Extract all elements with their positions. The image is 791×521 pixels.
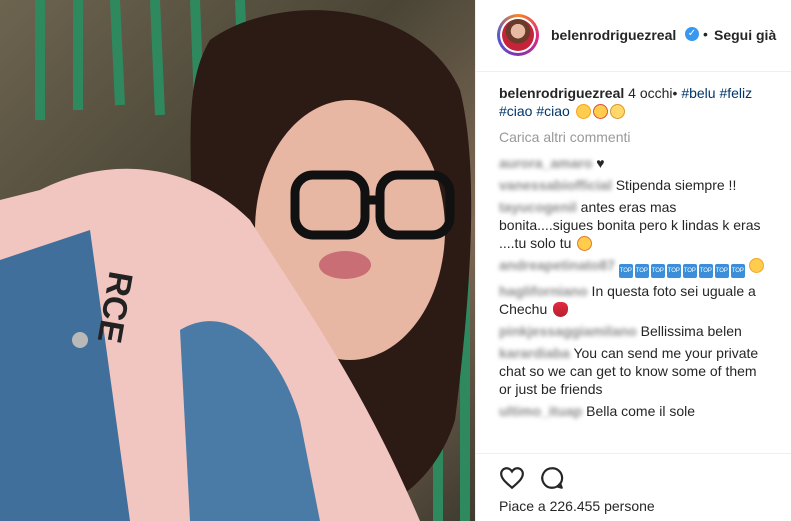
- post-actions: Piace a 226.455 persone: [476, 453, 791, 521]
- verified-badge-icon: ✓: [685, 27, 699, 41]
- top-icon: TOP: [730, 264, 745, 278]
- comment-item: andreapetinato87 TOP TOP TOP TOP TOP TOP TOP TO…: [499, 256, 767, 278]
- load-more-comments-link[interactable]: Carica altri commenti: [499, 128, 767, 146]
- smile-emoji-icon: [575, 104, 591, 119]
- comment-item: hagliforniano In questa foto sei uguale …: [499, 282, 767, 318]
- comment-text: ♥: [592, 155, 605, 171]
- smile-emoji-icon: [748, 258, 764, 273]
- grin-emoji-icon: [609, 104, 625, 119]
- comment-text: Bella come il sole: [582, 403, 696, 419]
- post-photo[interactable]: RCE: [0, 0, 475, 521]
- caption: belenrodriguezreal 4 occhi• #belu #feliz…: [499, 84, 767, 120]
- comment-item: karardiaba You can send me your private …: [499, 344, 767, 398]
- top-icon: TOP: [698, 264, 713, 278]
- comment-username[interactable]: hagliforniano: [499, 283, 588, 299]
- hashtag[interactable]: #ciao: [499, 103, 532, 119]
- comment-bubble-icon[interactable]: [539, 465, 565, 491]
- comment-username[interactable]: vanessabiofficial: [499, 177, 612, 193]
- top-icon: TOP: [618, 264, 633, 278]
- comment-item: pinkjessaggiamilano Bellissima belen: [499, 322, 767, 340]
- hashtag[interactable]: #belu: [681, 85, 715, 101]
- post-header: belenrodriguezreal ✓ • Segui già: [476, 0, 791, 72]
- follow-button[interactable]: Segui già: [714, 27, 776, 43]
- comment-username[interactable]: karardiaba: [499, 345, 570, 361]
- comment-username[interactable]: ultimo_ituap: [499, 403, 582, 419]
- caption-text: 4 occhi•: [624, 85, 682, 101]
- lips: [319, 251, 371, 279]
- header-username[interactable]: belenrodriguezreal: [551, 27, 676, 43]
- comment-item: vanessabiofficial Stipenda siempre !!: [499, 176, 767, 194]
- hashtag[interactable]: #ciao: [536, 103, 569, 119]
- avatar[interactable]: [497, 14, 539, 56]
- photo-illustration: RCE: [0, 0, 472, 521]
- comment-text: Bellissima belen: [636, 323, 742, 339]
- header-separator: •: [703, 26, 708, 42]
- heart-eyes-emoji-icon: [592, 104, 608, 119]
- top-icon: TOP: [634, 264, 649, 278]
- comment-username[interactable]: tayucogenil: [499, 199, 577, 215]
- post-side-panel: belenrodriguezreal ✓ • Segui già belenro…: [475, 0, 791, 521]
- kiss-emoji-icon: [577, 236, 593, 251]
- likes-count[interactable]: Piace a 226.455 persone: [499, 498, 655, 514]
- avatar-image: [502, 19, 534, 51]
- comment-username[interactable]: pinkjessaggiamilano: [499, 323, 637, 339]
- top-icon: TOP: [666, 264, 681, 278]
- comments-section: belenrodriguezreal 4 occhi• #belu #feliz…: [499, 84, 767, 424]
- caption-username[interactable]: belenrodriguezreal: [499, 85, 624, 101]
- heart-emoji-icon: [553, 302, 569, 317]
- top-icon: TOP: [650, 264, 665, 278]
- comment-item: ultimo_ituap Bella come il sole: [499, 402, 767, 420]
- comment-text: Stipenda siempre !!: [611, 177, 737, 193]
- comment-item: tayucogenil antes eras mas bonita....sig…: [499, 198, 767, 252]
- comment-username[interactable]: andreapetinato87: [499, 257, 615, 273]
- comment-item: aurora_amaro ♥: [499, 154, 767, 172]
- hashtag[interactable]: #feliz: [719, 85, 752, 101]
- top-icon: TOP: [682, 264, 697, 278]
- comment-username[interactable]: aurora_amaro: [499, 155, 592, 171]
- heart-outline-icon[interactable]: [499, 465, 525, 491]
- top-icon: TOP: [714, 264, 729, 278]
- overall-button: [72, 332, 88, 348]
